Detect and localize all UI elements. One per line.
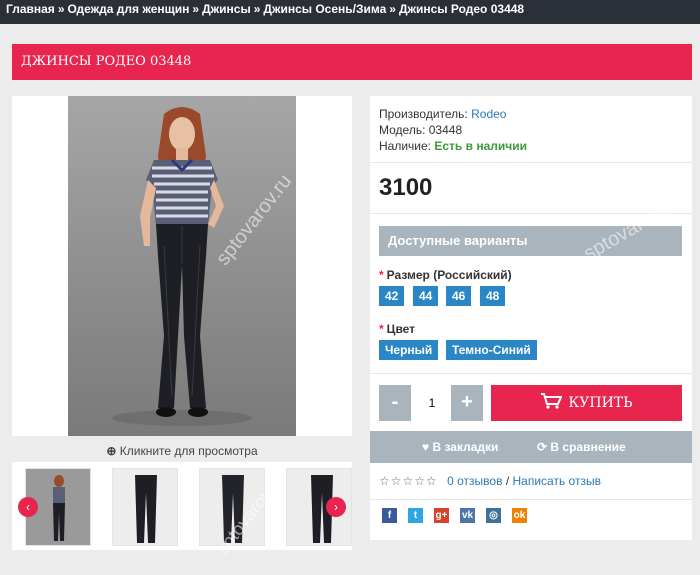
size-option-label: * Размер (Российский) [379,268,512,282]
breadcrumb-separator: » [192,2,200,16]
twitter-share-icon[interactable]: t [408,508,423,523]
breadcrumb-separator: » [389,2,396,16]
manufacturer-label: Производитель: [379,107,468,121]
write-review-link[interactable]: Написать отзыв [513,474,601,488]
divider [370,373,692,374]
odnoklassniki-share-icon[interactable]: ok [512,508,527,523]
color-option-label: * Цвет [379,322,415,336]
model-value: 03448 [428,123,463,137]
model-label: Модель: [379,123,426,137]
breadcrumb-jeans[interactable]: Джинсы [202,2,251,16]
required-mark: * [379,268,384,282]
thumbnail-3[interactable] [199,468,265,546]
quantity-decrease-button[interactable]: - [379,385,411,421]
click-to-view-label: Кликните для просмотра [119,444,258,458]
model-row: Модель: 03448 [379,122,683,138]
add-to-compare-button[interactable]: ⟳ В сравнение [537,440,626,454]
thumbnail-next-button[interactable]: › [326,497,346,517]
product-price: 3100 [379,174,433,201]
manufacturer-link[interactable]: Rodeo [471,107,506,121]
divider [370,213,692,214]
size-label-text: Размер (Российский) [386,268,512,282]
model-figure-image [112,107,252,426]
product-photo-backdrop [68,96,296,436]
divider [370,499,692,500]
availability-row: Наличие: Есть в наличии [379,138,683,154]
thumbnail-image [113,469,177,545]
wishlist-label: В закладки [432,440,499,454]
breadcrumb-separator: » [57,2,65,16]
reviews-row: ☆☆☆☆☆ 0 отзывов / Написать отзыв [379,474,601,488]
googleplus-share-icon[interactable]: g+ [434,508,449,523]
product-info-panel: Производитель: Rodeo Модель: 03448 Налич… [370,96,692,540]
chevron-left-icon: ‹ [26,500,30,514]
thumbnail-prev-button[interactable]: ‹ [18,497,38,517]
click-to-view-hint[interactable]: ⊕ Кликните для просмотра [12,436,352,462]
breadcrumb-jeans-autumn-winter[interactable]: Джинсы Осень/Зима [263,2,386,16]
vk-share-icon[interactable]: vk [460,508,475,523]
reviews-divider: / [505,474,510,488]
chevron-right-icon: › [334,500,338,514]
wishlist-compare-bar: ♥ В закладки ⟳ В сравнение [370,431,692,463]
heart-icon: ♥ [422,440,430,454]
refresh-icon: ⟳ [537,440,548,454]
thumbnail-image [200,469,264,545]
buy-button[interactable]: КУПИТЬ [491,385,682,421]
breadcrumb-home[interactable]: Главная [6,2,55,16]
add-to-wishlist-button[interactable]: ♥ В закладки [422,440,498,454]
size-option-48[interactable]: 48 [480,286,506,306]
size-option-46[interactable]: 46 [446,286,472,306]
quantity-input[interactable] [413,385,451,421]
zoom-icon: ⊕ [106,444,117,458]
size-option-44[interactable]: 44 [413,286,439,306]
breadcrumb-current[interactable]: Джинсы Родео 03448 [399,2,524,16]
thumbnail-strip: sptovarov.ru [12,462,352,558]
compare-label: В сравнение [550,440,626,454]
availability-value: Есть в наличии [434,139,527,153]
manufacturer-row: Производитель: Rodeo [379,106,683,122]
size-option-42[interactable]: 42 [379,286,405,306]
instagram-share-icon[interactable]: ◎ [486,508,501,523]
facebook-share-icon[interactable]: f [382,508,397,523]
variants-heading: Доступные варианты [379,226,682,256]
availability-label: Наличие: [379,139,432,153]
required-mark: * [379,322,384,336]
product-meta: Производитель: Rodeo Модель: 03448 Налич… [370,96,692,163]
breadcrumb-women-clothing[interactable]: Одежда для женщин [68,2,190,16]
breadcrumb-separator: » [253,2,261,16]
main-product-photo[interactable]: sptovarov.ru [12,96,352,436]
rating-stars: ☆☆☆☆☆ [379,474,438,488]
thumbnail-2[interactable] [112,468,178,546]
reviews-count-link[interactable]: 0 отзывов [447,474,502,488]
color-option-black[interactable]: Черный [379,340,439,360]
page-title: ДЖИНСЫ РОДЕО 03448 [12,44,692,80]
buy-button-label: КУПИТЬ [568,395,633,411]
breadcrumb: Главная» Одежда для женщин» Джинсы» Джинсы … [0,0,700,24]
quantity-increase-button[interactable]: + [451,385,483,421]
color-option-dark-blue[interactable]: Темно-Синий [446,340,537,360]
cart-icon [541,393,563,409]
color-label-text: Цвет [386,322,416,336]
